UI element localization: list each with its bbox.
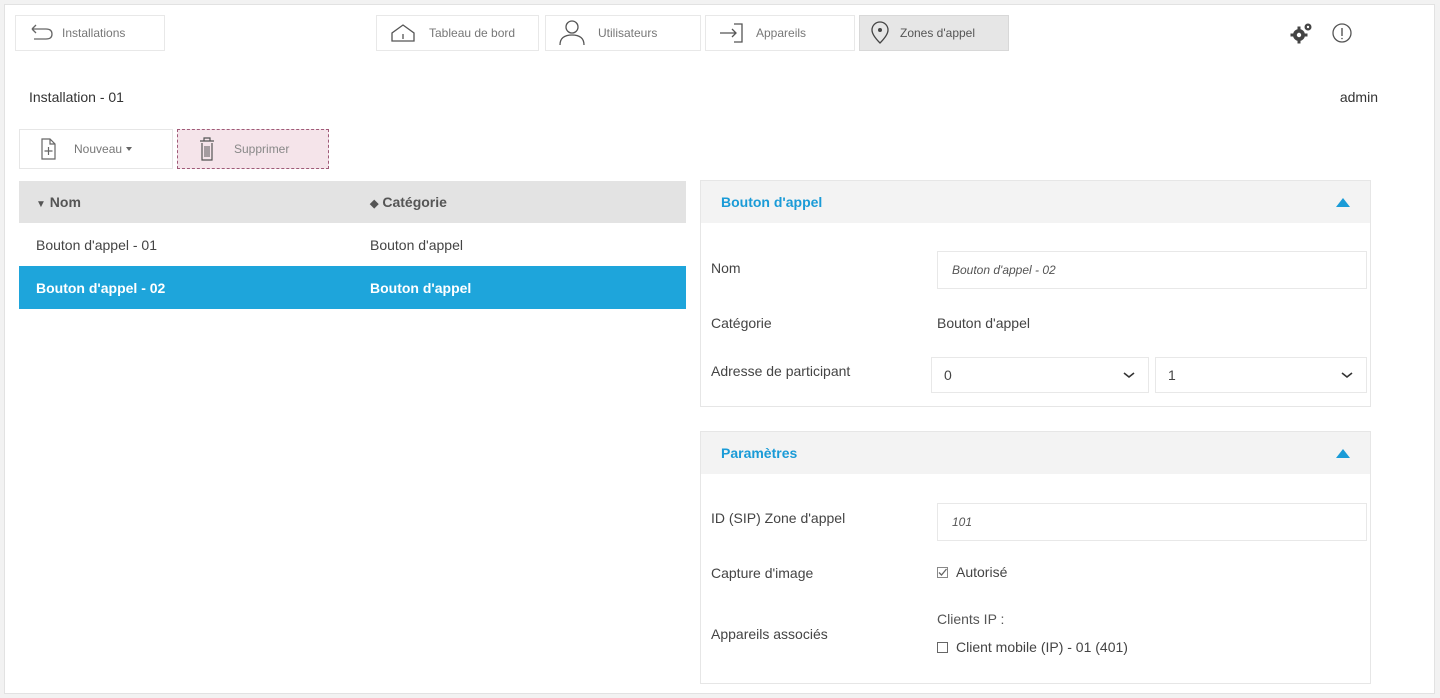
info-icon [1332,23,1352,43]
zones-table: ▼ Nom ◆ Catégorie Bouton d'appel - 01 Bo… [19,181,686,309]
installation-title: Installation - 01 [29,89,124,105]
sip-label: ID (SIP) Zone d'appel [711,510,846,526]
adresse-select-2-value: 1 [1168,367,1176,383]
clients-heading: Clients IP : [937,611,1004,627]
back-installations-button[interactable]: Installations [15,15,165,51]
new-label: Nouveau [74,142,123,156]
tab-label: Utilisateurs [598,26,658,40]
home-icon [391,24,415,42]
tab-label: Zones d'appel [900,26,976,40]
chevron-down-icon [1123,372,1135,379]
adresse-select-2[interactable]: 1 [1155,357,1367,393]
check-icon [938,568,947,576]
capture-checkbox-row[interactable]: Autorisé [937,564,1007,580]
cell-categorie: Bouton d'appel [370,236,463,253]
device-icon [720,23,743,43]
adresse-select-1[interactable]: 0 [931,357,1149,393]
table-row-selected[interactable]: Bouton d'appel - 02 Bouton d'appel [19,266,686,309]
table-header: ▼ Nom ◆ Catégorie [19,181,686,223]
gears-icon [1290,23,1312,44]
cell-categorie: Bouton d'appel [370,279,472,296]
nom-input[interactable]: Bouton d'appel - 02 [937,251,1367,289]
top-nav: Installations Tableau de bord Utilisateu… [5,5,1434,63]
delete-button[interactable]: Supprimer [177,129,329,169]
capture-label: Capture d'image [711,565,814,581]
tab-label: Tableau de bord [429,26,516,40]
parametres-panel-title: Paramètres [721,445,798,461]
chevron-down-icon [1341,372,1353,379]
tab-appareils[interactable]: Appareils [705,15,855,51]
table-row[interactable]: Bouton d'appel - 01 Bouton d'appel [19,223,686,266]
back-arrow-icon [31,24,53,40]
location-pin-icon [871,21,889,44]
username-label: admin [1339,89,1378,105]
sort-both-icon: ◆ [370,198,379,210]
cell-nom: Bouton d'appel - 01 [36,236,157,253]
parametres-panel-header[interactable]: Paramètres [701,432,1370,474]
new-document-icon [41,138,56,160]
cell-nom: Bouton d'appel - 02 [36,279,166,296]
delete-label: Supprimer [234,142,290,156]
adresse-label: Adresse de participant [711,363,851,379]
client-option-label: Client mobile (IP) - 01 (401) [956,639,1128,655]
tab-label: Appareils [756,26,807,40]
categorie-value: Bouton d'appel [937,315,1030,331]
user-icon [559,20,585,46]
parametres-panel: Paramètres ID (SIP) Zone d'appel 101 Cap… [700,431,1371,684]
collapse-up-icon[interactable] [1336,197,1350,207]
column-header-categorie[interactable]: ◆ Catégorie [353,194,447,210]
detail-panel: Bouton d'appel Nom Bouton d'appel - 02 C… [700,180,1371,407]
sip-input[interactable]: 101 [937,503,1367,541]
app-window: Installations Tableau de bord Utilisateu… [4,4,1435,694]
trash-icon [200,137,214,161]
info-button[interactable] [1323,15,1361,51]
clients-heading-text: Clients IP : [937,611,1005,627]
settings-button[interactable] [1283,15,1321,51]
caret-down-icon [126,147,133,151]
capture-option-label: Autorisé [956,564,1008,580]
categorie-label: Catégorie [711,315,772,331]
adresse-select-1-value: 0 [944,367,952,383]
detail-panel-header[interactable]: Bouton d'appel [701,181,1370,223]
new-dropdown-button[interactable]: Nouveau [19,129,173,169]
sort-desc-icon: ▼ [36,199,46,210]
tab-utilisateurs[interactable]: Utilisateurs [545,15,701,51]
column-header-label: Nom [49,194,81,210]
tab-tableau-de-bord[interactable]: Tableau de bord [376,15,539,51]
client-checkbox-row[interactable]: Client mobile (IP) - 01 (401) [937,639,1128,655]
checkbox-unchecked[interactable] [937,641,948,653]
nom-label: Nom [711,260,741,276]
checkbox-checked[interactable] [937,566,948,578]
back-label: Installations [62,26,126,40]
collapse-up-icon[interactable] [1336,448,1350,458]
column-header-label: Catégorie [382,194,447,210]
detail-panel-title: Bouton d'appel [721,194,823,210]
tab-zones-d-appel[interactable]: Zones d'appel [859,15,1009,51]
devices-label: Appareils associés [711,626,828,642]
column-header-nom[interactable]: ▼ Nom [19,194,353,210]
